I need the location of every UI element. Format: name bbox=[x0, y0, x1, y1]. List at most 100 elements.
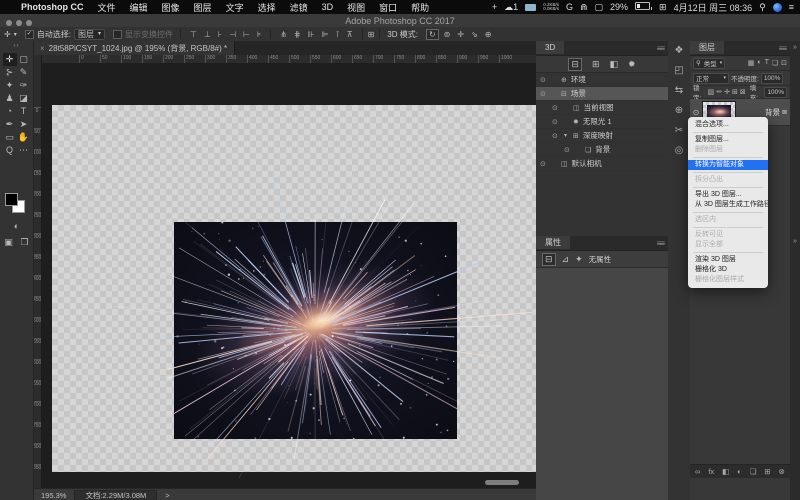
context-menu-item[interactable]: 混合选项... bbox=[688, 120, 768, 130]
lock-position-icon[interactable]: ✛ bbox=[724, 88, 730, 96]
input-method-icon[interactable]: ⊞ bbox=[659, 2, 667, 13]
app-menu[interactable]: Photoshop CC bbox=[14, 2, 91, 12]
visibility-eye-icon[interactable]: ⊙ bbox=[540, 90, 548, 98]
context-menu-item[interactable]: 从 3D 图层生成工作路径 bbox=[688, 200, 768, 210]
marquee-tool[interactable]: ▢ bbox=[17, 53, 31, 66]
menu-type[interactable]: 文字 bbox=[219, 1, 251, 14]
menu-layer[interactable]: 图层 bbox=[187, 1, 219, 14]
3d-rotate-icon[interactable]: ↻ bbox=[426, 29, 439, 40]
3d-scale-icon[interactable]: ⊕ bbox=[483, 30, 494, 39]
layer-mask-icon[interactable]: ◧ bbox=[722, 467, 729, 476]
layer-filter-dropdown[interactable]: ⚲ 类型 ▾ bbox=[693, 58, 725, 69]
filter-shape-layers-icon[interactable]: ❏ bbox=[772, 59, 778, 67]
lock-all-icon[interactable]: ⊠ bbox=[740, 88, 746, 96]
3d-slide-icon[interactable]: ⇘ bbox=[469, 30, 480, 39]
context-menu-item[interactable] bbox=[693, 252, 763, 253]
context-menu-item[interactable]: 复制图层... bbox=[688, 135, 768, 145]
menu-image[interactable]: 图像 bbox=[155, 1, 187, 14]
layers-panel-menu-icon[interactable]: ≡≡ bbox=[779, 44, 786, 53]
props-scene-icon[interactable]: ⊟ bbox=[542, 253, 556, 266]
expand-twirl-icon[interactable]: ▾ bbox=[564, 132, 569, 139]
align-icon[interactable]: ⊥ bbox=[202, 30, 213, 39]
align-icon[interactable]: ⊢ bbox=[241, 30, 252, 39]
3d-tree-row[interactable]: ⊙ ▾ ⊞ 深度映射 bbox=[536, 129, 668, 143]
context-menu-item[interactable]: 选区内 bbox=[688, 215, 768, 225]
filter-smart-objects-icon[interactable]: ⊡ bbox=[781, 59, 787, 67]
foreground-color-swatch[interactable] bbox=[5, 193, 18, 206]
clock[interactable]: 4月12日 周三 08:36 bbox=[674, 1, 753, 14]
filter-pixel-layers-icon[interactable]: ▦ bbox=[748, 59, 755, 67]
horizontal-scrollbar-thumb[interactable] bbox=[485, 480, 519, 485]
align-icon[interactable]: ⊤ bbox=[188, 30, 199, 39]
context-menu-item[interactable]: 栅格化 3D bbox=[688, 265, 768, 275]
vertical-ruler[interactable]: 0501001502002503003504004505005506006507… bbox=[33, 63, 42, 488]
3d-tree-row[interactable]: ⊙ ◫ 当前视图 bbox=[536, 101, 668, 115]
layer-style-icon[interactable]: fx bbox=[708, 467, 714, 476]
lasso-tool[interactable]: ⊱ bbox=[3, 66, 17, 79]
type-tool[interactable]: T bbox=[17, 105, 31, 118]
distribute-icon[interactable]: ⊪ bbox=[306, 30, 317, 39]
tab-properties[interactable]: 属性 bbox=[536, 236, 570, 249]
context-menu-item[interactable]: 渲染 3D 图层 bbox=[688, 255, 768, 265]
context-menu-item[interactable]: 导出 3D 图层... bbox=[688, 190, 768, 200]
opacity-field[interactable]: 100% bbox=[761, 73, 784, 84]
props-mesh-icon[interactable]: ⊿ bbox=[562, 254, 570, 265]
sogou-input-icon[interactable]: G bbox=[566, 2, 573, 12]
distribute-icon[interactable]: ⊺ bbox=[334, 30, 342, 39]
pen-tool[interactable]: ✒ bbox=[3, 118, 17, 131]
3d-tree-row[interactable]: ⊙ ❏ 背景 bbox=[536, 143, 668, 157]
align-icon[interactable]: ⊧ bbox=[255, 30, 263, 39]
toolbar-collapse-icon[interactable]: ›› bbox=[0, 41, 33, 49]
visibility-eye-icon[interactable]: ⊙ bbox=[564, 146, 572, 154]
tab-layers[interactable]: 图层 bbox=[690, 41, 724, 54]
3d-mesh-filter-icon[interactable]: ⊞ bbox=[592, 59, 600, 70]
show-transform-checkbox[interactable]: . bbox=[113, 30, 122, 39]
delete-layer-icon[interactable]: ⊗ bbox=[779, 467, 785, 476]
collapsed-adjustments-panel-icon[interactable]: ◰ bbox=[668, 61, 690, 81]
status-arrow-icon[interactable]: > bbox=[165, 491, 169, 500]
adjustment-layer-icon[interactable]: ◐ bbox=[737, 467, 742, 476]
distribute-icon[interactable]: ⊫ bbox=[320, 30, 331, 39]
collapsed-color-panel-icon[interactable]: ❖ bbox=[668, 41, 690, 61]
distribute-icon[interactable]: ⊼ bbox=[345, 30, 355, 39]
path-select-tool[interactable]: ➤ bbox=[17, 118, 31, 131]
menu-select[interactable]: 选择 bbox=[251, 1, 283, 14]
lock-artboard-icon[interactable]: ⊞ bbox=[732, 88, 738, 96]
transparent-canvas[interactable] bbox=[52, 105, 536, 472]
context-menu-item[interactable]: 转换为智能对象 bbox=[688, 160, 768, 170]
align-icon[interactable]: ⊣ bbox=[227, 30, 238, 39]
hand-tool[interactable]: ✋ bbox=[17, 131, 31, 144]
lock-pixels-icon[interactable]: ✏ bbox=[716, 88, 722, 96]
context-menu-item[interactable] bbox=[693, 132, 763, 133]
layer-name[interactable]: 背景 bbox=[765, 107, 780, 118]
context-menu-item[interactable] bbox=[693, 212, 763, 213]
screen-widget-icon[interactable] bbox=[525, 4, 536, 11]
zoom-level-field[interactable]: 195.3% bbox=[41, 491, 66, 500]
menu-window[interactable]: 窗口 bbox=[372, 1, 404, 14]
visibility-eye-icon[interactable]: ⊙ bbox=[540, 76, 548, 84]
collapsed-info-panel-icon[interactable]: ⊕ bbox=[668, 101, 690, 121]
clone-stamp-tool[interactable]: ♟ bbox=[3, 92, 17, 105]
battery-icon[interactable] bbox=[635, 2, 652, 12]
cloud-icon[interactable]: ☁1 bbox=[504, 2, 518, 13]
visibility-eye-icon[interactable]: ⊙ bbox=[552, 132, 560, 140]
3d-pan-icon[interactable]: ✛ bbox=[455, 30, 466, 39]
collapsed-swap-panel-icon[interactable]: ⇆ bbox=[668, 81, 690, 101]
3d-tree-row[interactable]: ⊙ ◫ 默认相机 bbox=[536, 157, 668, 171]
context-menu-item[interactable]: 栅格化图层样式 bbox=[688, 275, 768, 285]
siri-icon[interactable] bbox=[773, 3, 782, 12]
context-menu-item[interactable]: 显示全部 bbox=[688, 240, 768, 250]
shape-tool[interactable]: ▭ bbox=[3, 131, 17, 144]
collapse-dock-icon-2[interactable]: » bbox=[790, 238, 800, 245]
galaxy-image[interactable] bbox=[174, 222, 457, 439]
align-icon[interactable]: ⊦ bbox=[216, 30, 224, 39]
3d-panel-menu-icon[interactable]: ≡≡ bbox=[657, 44, 664, 53]
context-menu-item[interactable]: 删除图层 bbox=[688, 145, 768, 155]
collapse-dock-icon[interactable]: » bbox=[790, 44, 800, 51]
3d-light-filter-icon[interactable]: ✹ bbox=[628, 59, 636, 70]
menu-3d[interactable]: 3D bbox=[315, 2, 341, 12]
3d-material-filter-icon[interactable]: ◧ bbox=[610, 59, 619, 70]
menu-help[interactable]: 帮助 bbox=[404, 1, 436, 14]
properties-panel-menu-icon[interactable]: ≡≡ bbox=[657, 239, 664, 248]
display-icon[interactable]: ▢ bbox=[595, 2, 604, 13]
